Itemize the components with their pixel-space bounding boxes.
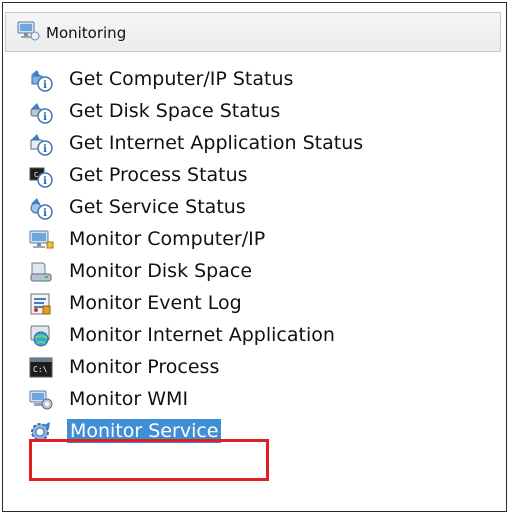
svg-text:i: i [43, 208, 47, 219]
list-item-label: Get Disk Space Status [69, 100, 281, 122]
list-item-label: Monitor Computer/IP [69, 228, 266, 250]
category-title: Monitoring [46, 24, 127, 42]
wmi-icon [28, 387, 54, 413]
disk-icon [28, 259, 54, 285]
svg-text:C:\: C:\ [33, 365, 48, 374]
list-item-label: Monitor Process [69, 356, 220, 378]
event-log-icon [28, 291, 54, 317]
info-process-icon: C:\ i [28, 163, 54, 189]
list-item-label: Monitor Disk Space [69, 260, 253, 282]
process-icon: C:\ [28, 355, 54, 381]
category-header[interactable]: Monitoring [5, 12, 501, 52]
monitoring-computer-icon [16, 19, 40, 43]
list-item-label: Monitor Internet Application [69, 324, 335, 346]
svg-text:i: i [43, 176, 47, 187]
list-item-label: Get Service Status [69, 196, 246, 218]
list-item-label: Get Process Status [69, 164, 248, 186]
info-computer-icon: i [28, 67, 54, 93]
info-service-icon: i [28, 195, 54, 221]
list-item-label: Monitor Event Log [69, 292, 242, 314]
highlight-annotation-box [29, 439, 269, 481]
svg-text:i: i [43, 80, 47, 91]
svg-text:i: i [43, 144, 47, 155]
list-item-label: Get Internet Application Status [69, 132, 364, 154]
computer-icon [28, 227, 54, 253]
info-web-icon: i [28, 131, 54, 157]
list-item-label: Get Computer/IP Status [69, 68, 294, 90]
info-disk-icon: i [28, 99, 54, 125]
globe-icon [28, 323, 54, 349]
svg-text:i: i [43, 112, 47, 123]
list-item-label: Monitor WMI [69, 388, 189, 410]
